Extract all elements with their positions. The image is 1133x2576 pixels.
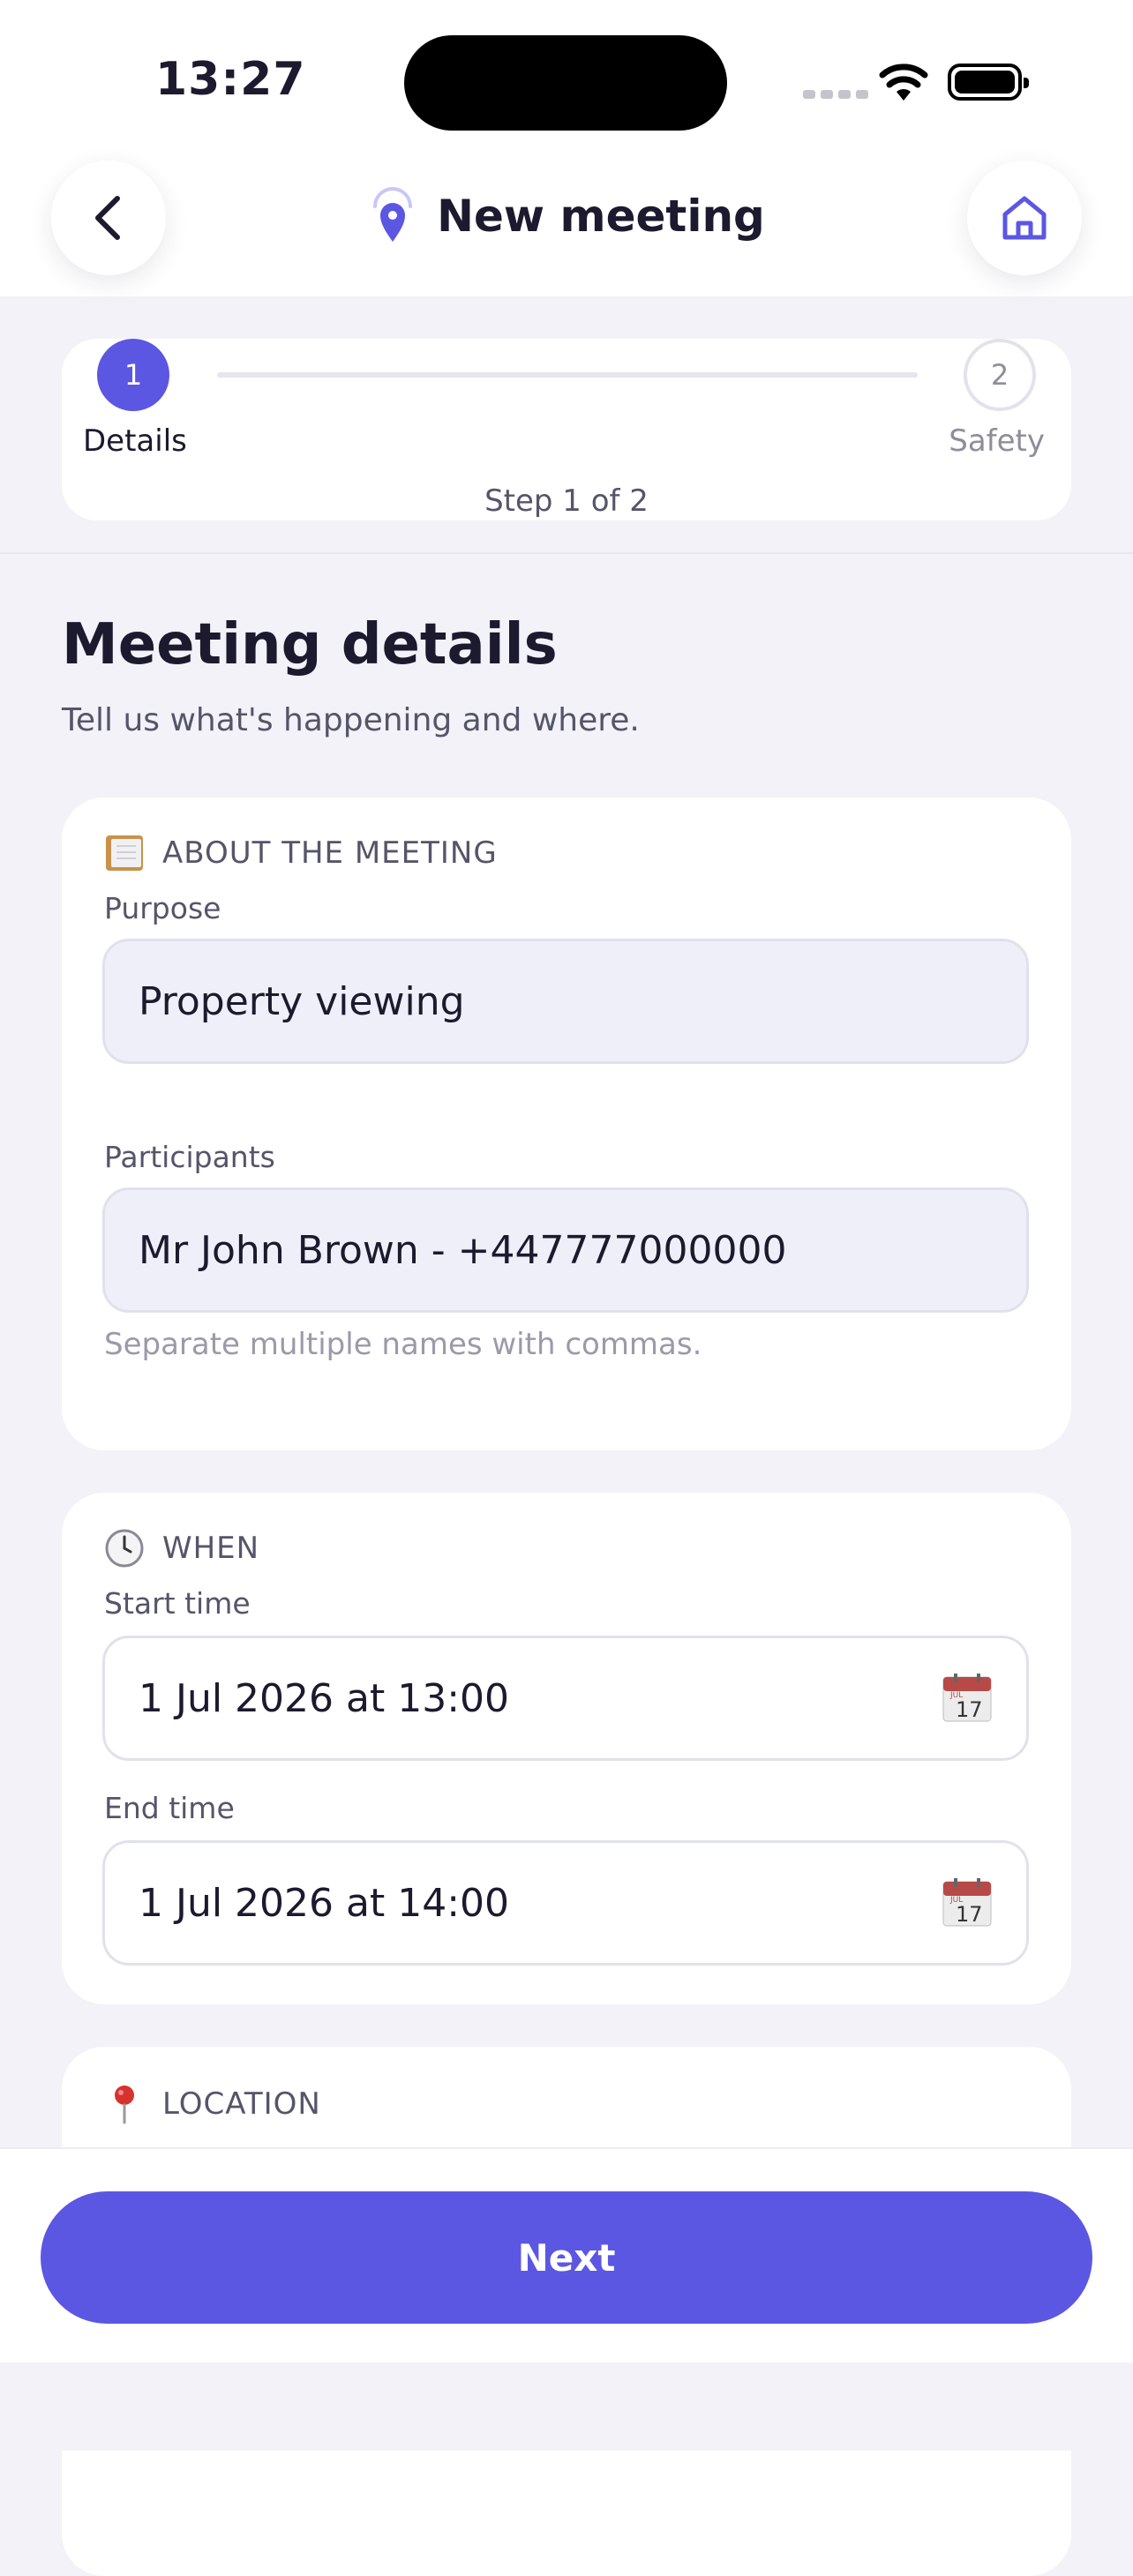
home-button[interactable] — [967, 161, 1082, 275]
participants-input[interactable]: Mr John Brown - +447777000000 — [102, 1187, 1029, 1313]
header-title-group: New meeting — [0, 150, 1133, 282]
purpose-input[interactable]: Property viewing — [102, 939, 1029, 1064]
home-indicator-area — [0, 2363, 1133, 2451]
step-count-text: Step 1 of 2 — [484, 483, 649, 519]
step-1-indicator: 1 — [97, 339, 169, 411]
purpose-label: Purpose — [104, 891, 221, 925]
status-bar: 13:27 — [0, 0, 1133, 150]
participants-value: Mr John Brown - +447777000000 — [139, 1227, 787, 1273]
battery-icon — [948, 64, 1029, 101]
step-2-label: Safety — [949, 423, 1045, 459]
notebook-icon — [104, 833, 145, 873]
start-time-value: 1 Jul 2026 at 13:00 — [139, 1675, 510, 1721]
pushpin-icon — [104, 2084, 145, 2124]
svg-text:17: 17 — [956, 1697, 983, 1722]
page-header-title: New meeting — [437, 191, 765, 242]
about-section-heading: ABOUT THE MEETING — [162, 835, 498, 871]
end-time-label: End time — [104, 1791, 235, 1825]
when-section-header: WHEN — [104, 1528, 259, 1569]
status-time: 13:27 — [155, 53, 306, 106]
page-title: Meeting details — [62, 612, 558, 678]
home-icon — [1002, 196, 1047, 240]
about-meeting-card: ABOUT THE MEETING Purpose Property viewi… — [62, 798, 1071, 1450]
about-section-header: ABOUT THE MEETING — [104, 833, 498, 873]
step-2-indicator: 2 — [964, 339, 1036, 411]
dynamic-island — [404, 35, 727, 131]
next-button[interactable]: Next — [41, 2191, 1092, 2324]
end-time-value: 1 Jul 2026 at 14:00 — [139, 1880, 510, 1926]
location-pin-icon — [373, 187, 413, 242]
nav-header: New meeting — [0, 150, 1133, 296]
start-time-picker[interactable]: 1 Jul 2026 at 13:00 JUL 17 — [102, 1636, 1029, 1761]
calendar-icon: JUL 17 — [942, 1878, 992, 1927]
step-progress-track — [217, 372, 918, 378]
back-button[interactable] — [51, 161, 166, 275]
location-section-heading: LOCATION — [162, 2086, 321, 2122]
bottom-action-bar: Next — [0, 2147, 1133, 2364]
calendar-icon: JUL 17 — [942, 1674, 992, 1722]
when-section-heading: WHEN — [162, 1531, 260, 1566]
clock-icon — [104, 1528, 145, 1569]
purpose-value: Property viewing — [139, 978, 465, 1024]
header-divider — [0, 552, 1133, 554]
chevron-left-icon — [95, 196, 120, 240]
when-card: WHEN Start time 1 Jul 2026 at 13:00 JUL … — [62, 1493, 1071, 2004]
progress-stepper: 1 2 Details Safety Step 1 of 2 — [62, 339, 1071, 520]
svg-text:17: 17 — [956, 1902, 983, 1927]
end-time-picker[interactable]: 1 Jul 2026 at 14:00 JUL 17 — [102, 1840, 1029, 1966]
wifi-icon — [879, 64, 928, 101]
step-1-label: Details — [83, 423, 187, 459]
start-time-label: Start time — [104, 1586, 251, 1621]
participants-label: Participants — [104, 1140, 275, 1174]
page-subtitle: Tell us what's happening and where. — [62, 702, 640, 738]
participants-hint: Separate multiple names with commas. — [104, 1327, 702, 1362]
location-section-header: LOCATION — [104, 2084, 321, 2124]
